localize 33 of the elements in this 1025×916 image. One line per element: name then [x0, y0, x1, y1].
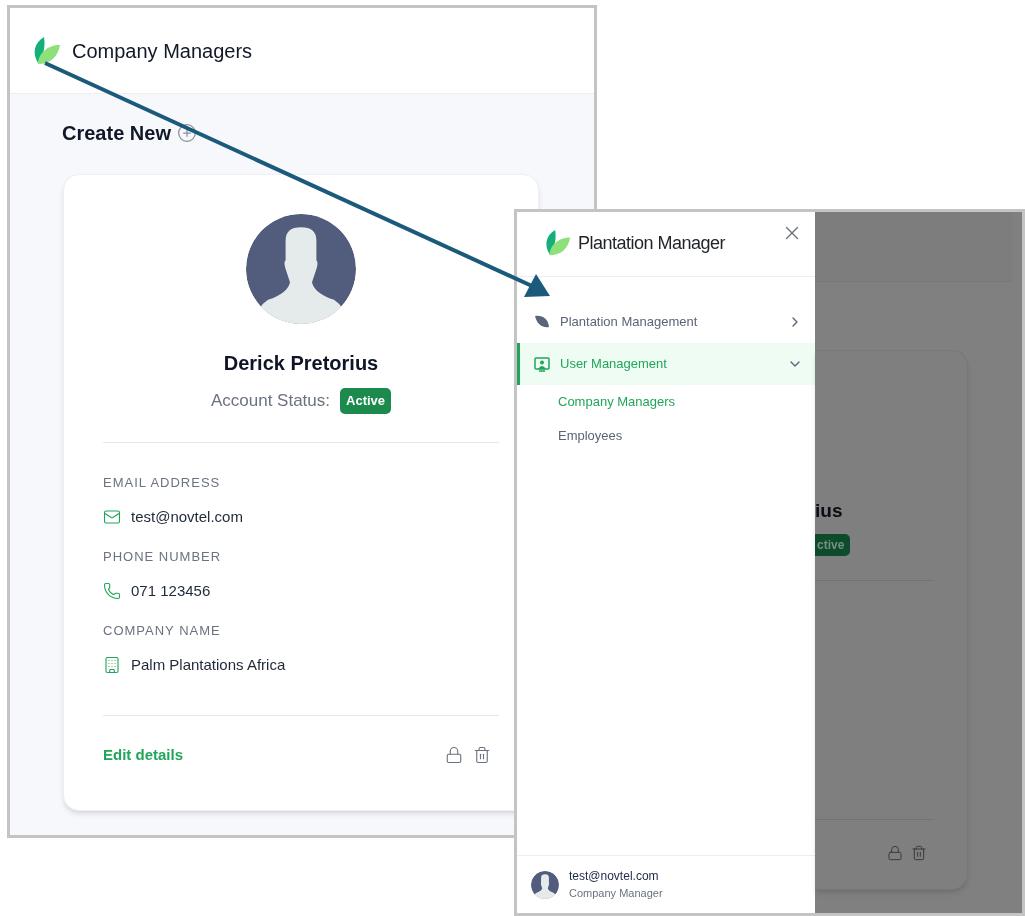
- person-name: ius: [815, 499, 844, 523]
- lock-icon: [887, 843, 903, 862]
- submenu-item[interactable]: Employees: [517, 419, 815, 453]
- create-new-label[interactable]: Create New: [62, 118, 171, 148]
- leaf-icon: [534, 315, 550, 329]
- status-label: Account Status:: [210, 390, 330, 412]
- mail-icon: [103, 508, 121, 527]
- nav-item[interactable]: Plantation Management: [517, 301, 815, 343]
- nav-label: Plantation Management: [560, 313, 699, 332]
- lock-icon[interactable]: [445, 744, 463, 765]
- trash-icon[interactable]: [473, 744, 491, 765]
- user-role: Company Manager: [569, 886, 663, 902]
- building-icon: [103, 656, 121, 675]
- brand-name: Plantation Manager: [578, 231, 726, 255]
- person-name: Derick Pretorius: [223, 351, 379, 376]
- trash-icon: [911, 843, 927, 862]
- field-value: 071 123456: [131, 581, 211, 601]
- nav-label: User Management: [560, 355, 668, 374]
- user-email: test@novtel.com: [569, 868, 660, 886]
- edit-details-link[interactable]: Edit details: [103, 743, 184, 766]
- field-value: test@novtel.com: [131, 507, 243, 527]
- field-label: EMAIL ADDRESS: [103, 473, 222, 492]
- user-avatar: [531, 870, 559, 899]
- status-badge: ctive: [815, 533, 851, 556]
- user-screen-icon: [534, 356, 550, 372]
- phone-icon: [103, 582, 121, 601]
- field-label: COMPANY NAME: [103, 621, 222, 640]
- add-icon[interactable]: [176, 123, 197, 143]
- field-label: PHONE NUMBER: [103, 547, 223, 566]
- field-value: Palm Plantations Africa: [131, 655, 286, 675]
- page-title: Company Managers: [72, 38, 253, 64]
- submenu-item[interactable]: Company Managers: [517, 385, 815, 419]
- status-badge: Active: [340, 388, 392, 414]
